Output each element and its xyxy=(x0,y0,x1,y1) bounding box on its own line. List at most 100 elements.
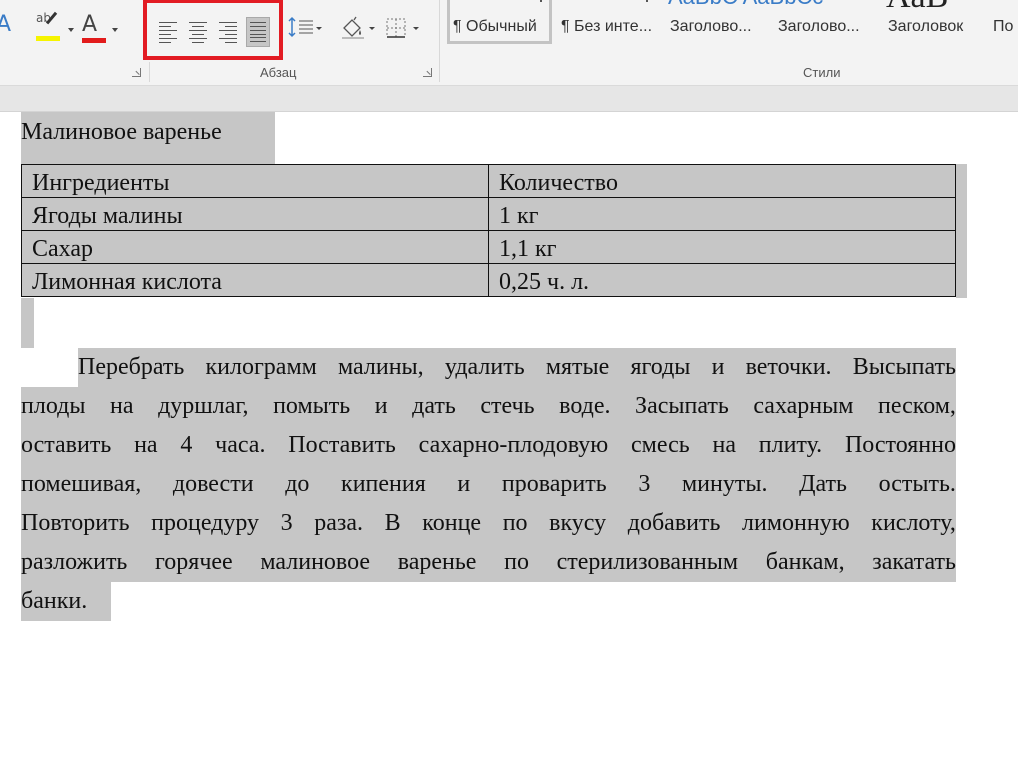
group-divider xyxy=(439,0,440,82)
empty-paragraph[interactable] xyxy=(21,298,34,348)
paragraph-word: на xyxy=(110,393,134,419)
style-no-spacing[interactable]: ¶ Без инте... xyxy=(561,18,652,36)
align-center-button[interactable] xyxy=(186,17,210,47)
line-spacing-button[interactable] xyxy=(287,16,323,40)
paragraph-line: разложить горячее малиновое варенье по стерил… xyxy=(21,543,956,582)
chevron-down-icon[interactable] xyxy=(112,28,118,32)
selection-highlight xyxy=(956,164,967,298)
paragraph-word: по xyxy=(504,549,529,575)
table-cell[interactable]: 1,1 кг xyxy=(488,230,956,264)
ribbon: A ab A Абзац ¶ Обычный ¶ Без инте... Заг… xyxy=(0,0,1018,86)
paragraph-word: помыть xyxy=(273,393,351,419)
justify-button[interactable] xyxy=(246,17,270,47)
font-dialog-launcher-icon[interactable] xyxy=(132,68,141,77)
alignment-highlight-frame xyxy=(143,0,283,60)
paragraph-word: дуршлаг, xyxy=(158,393,249,419)
paragraph-word: горячее xyxy=(155,549,233,575)
align-left-button[interactable] xyxy=(156,17,180,47)
style-title[interactable]: Заголовок xyxy=(888,18,963,36)
paragraph-word: и xyxy=(457,471,471,497)
paragraph-word: банки. xyxy=(21,588,88,614)
paragraph-word: Дать xyxy=(799,471,847,497)
paragraph-word: Перебрать xyxy=(78,354,185,380)
line-spacing-icon xyxy=(288,16,322,38)
paragraph-word: 3 xyxy=(280,510,293,536)
paragraph-word: закатать xyxy=(872,549,956,575)
table-row: Лимонная кислота 0,25 ч. л. xyxy=(21,263,956,297)
chevron-down-icon[interactable] xyxy=(68,28,74,32)
table-row: Сахар 1,1 кг xyxy=(21,230,956,264)
paragraph-word: воде. xyxy=(559,393,611,419)
group-divider xyxy=(149,62,150,82)
table-cell[interactable]: Сахар xyxy=(21,230,489,264)
highlight-color-bar xyxy=(36,36,60,41)
paragraph-word: дать xyxy=(412,393,456,419)
recipe-paragraph[interactable]: Перебрать килограмм малины, удалить мятые яго… xyxy=(21,348,956,621)
table-cell[interactable]: 1 кг xyxy=(488,197,956,231)
table-cell[interactable]: 0,25 ч. л. xyxy=(488,263,956,297)
paragraph-dialog-launcher-icon[interactable] xyxy=(423,68,432,77)
style-subtitle[interactable]: По xyxy=(993,18,1013,36)
paragraph-word: ягоды xyxy=(630,354,691,380)
paragraph-word: по xyxy=(502,510,528,536)
paragraph-word: Повторить xyxy=(21,510,130,536)
paragraph-word: Высыпать xyxy=(852,354,956,380)
font-color-bar xyxy=(82,38,106,43)
ruler-area xyxy=(0,86,1018,112)
shading-button[interactable] xyxy=(340,16,380,40)
document-title[interactable]: Малиновое варенье xyxy=(21,112,275,164)
paragraph-word: на xyxy=(134,432,158,458)
paragraph-word: кислоту, xyxy=(871,510,956,536)
paragraph-word: довести xyxy=(172,471,254,497)
ingredients-table[interactable]: Ингредиенты Количество Ягоды малины 1 кг… xyxy=(21,164,956,297)
paragraph-word: остыть. xyxy=(878,471,956,497)
paragraph-word: на xyxy=(712,432,736,458)
paragraph-line: Перебрать килограмм малины, удалить мятые яго… xyxy=(21,348,956,387)
style-normal[interactable]: ¶ Обычный xyxy=(453,18,537,36)
highlight-color-button[interactable]: ab xyxy=(36,11,74,41)
paragraph-word: минуты. xyxy=(681,471,768,497)
paragraph-word: часа. xyxy=(215,432,266,458)
paragraph-word: килограмм xyxy=(205,354,317,380)
ingredients-table-wrapper: Ингредиенты Количество Ягоды малины 1 кг… xyxy=(21,164,967,298)
paragraph-word: сахарным xyxy=(753,393,854,419)
paragraph-word: до xyxy=(285,471,310,497)
align-right-button[interactable] xyxy=(216,17,240,47)
paragraph-line: плоды на дуршлаг, помыть и дать стечь воде. Засы… xyxy=(21,387,956,426)
table-cell[interactable]: Ягоды малины xyxy=(21,197,489,231)
paragraph-word: веточки. xyxy=(745,354,832,380)
paragraph-word: стечь xyxy=(480,393,535,419)
paragraph-line: Повторить процедуру 3 раза. Вконце по вкусу доб… xyxy=(21,504,956,543)
paragraph-word: плиту. xyxy=(758,432,823,458)
paragraph-word: проварить xyxy=(501,471,607,497)
paragraph-word: сахарно-плодовую xyxy=(418,432,609,458)
table-cell[interactable]: Ингредиенты xyxy=(21,164,489,198)
paragraph-word: плоды xyxy=(21,393,86,419)
paint-bucket-icon xyxy=(342,16,375,39)
paragraph-word: В xyxy=(384,510,401,536)
style-preview-fragment xyxy=(540,0,542,2)
paragraph-word: лимонную xyxy=(742,510,850,536)
paragraph-word: малиновое xyxy=(260,549,371,575)
paragraph-word: кипения xyxy=(341,471,426,497)
borders-button[interactable] xyxy=(385,16,425,40)
paragraph-word: вкусу xyxy=(549,510,607,536)
paragraph-word: разложить xyxy=(21,549,128,575)
paragraph-word: оставить xyxy=(21,432,112,458)
table-cell[interactable]: Лимонная кислота xyxy=(21,263,489,297)
style-heading-1[interactable]: Заголово... xyxy=(670,18,752,36)
text-effects-icon[interactable]: A xyxy=(0,12,11,37)
table-cell[interactable]: Количество xyxy=(488,164,956,198)
style-preview-fragment xyxy=(646,0,648,2)
paragraph-word: 3 xyxy=(638,471,651,497)
style-preview-title: AaB xyxy=(886,0,948,16)
paragraph-word: удалить xyxy=(444,354,525,380)
paragraph-line: помешивая, довести до кипения и проварить 3 мин… xyxy=(21,465,956,504)
paragraph-word: раза. xyxy=(314,510,364,536)
paragraph-word: мятые xyxy=(545,354,610,380)
font-color-button[interactable]: A xyxy=(82,12,118,43)
paragraph-word: и xyxy=(374,393,388,419)
style-heading-2[interactable]: Заголово... xyxy=(778,18,860,36)
borders-icon xyxy=(386,18,419,38)
styles-group-label: Стили xyxy=(803,65,841,80)
